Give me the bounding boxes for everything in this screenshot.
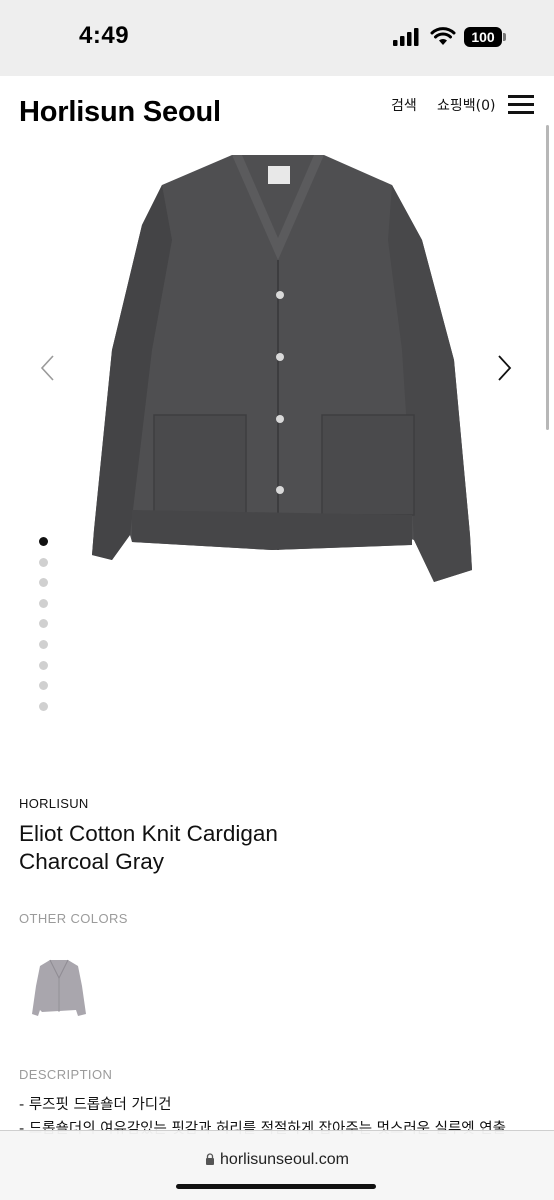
shopping-bag-link[interactable]: 쇼핑백(0) [437,95,495,115]
description-line: - 루즈핏 드롭숄더 가디건 [19,1097,172,1113]
status-time: 4:49 [79,22,130,49]
carousel-dot[interactable] [39,639,48,649]
product-title-line: Charcoal Gray [19,849,165,874]
other-colors-label: OTHER COLORS [19,911,128,926]
carousel-pagination [39,537,49,722]
url-text: horlisunseoul.com [220,1151,349,1168]
home-indicator[interactable] [176,1184,376,1189]
brand-logo[interactable]: Horlisun Seoul [19,96,221,129]
product-image [92,155,472,582]
product-title-line: Eliot Cotton Knit Cardigan [19,821,278,846]
carousel-dot[interactable] [39,557,48,567]
product-title: Eliot Cotton Knit Cardigan Charcoal Gray [19,820,419,876]
product-vendor: HORLISUN [19,796,89,811]
carousel-prev-arrow-icon[interactable] [38,354,58,382]
description-label: DESCRIPTION [19,1067,113,1082]
carousel-dot[interactable] [39,598,48,608]
battery-level: 100 [464,27,502,47]
site-header: Horlisun Seoul 검색 쇼핑백(0) [0,76,554,140]
carousel-dot[interactable] [39,578,48,588]
carousel-dot[interactable] [39,701,48,711]
hamburger-menu-icon[interactable] [508,95,534,115]
battery-icon: 100 [464,27,506,47]
cellular-signal-icon [393,28,419,46]
carousel-dot[interactable] [39,660,48,670]
carousel-dot[interactable] [39,537,48,546]
browser-address-bar[interactable]: horlisunseoul.com [0,1130,554,1200]
search-link[interactable]: 검색 [391,95,417,115]
wifi-icon [430,27,456,45]
carousel-dot[interactable] [39,681,48,691]
url-display[interactable]: horlisunseoul.com [0,1151,554,1169]
carousel-next-arrow-icon[interactable] [494,354,514,382]
lock-icon [206,1153,215,1165]
product-image-carousel[interactable] [0,140,554,590]
color-swatch-thumbnail[interactable] [30,956,88,1020]
carousel-dot[interactable] [39,619,48,629]
status-bar: 4:49 100 [0,0,554,76]
